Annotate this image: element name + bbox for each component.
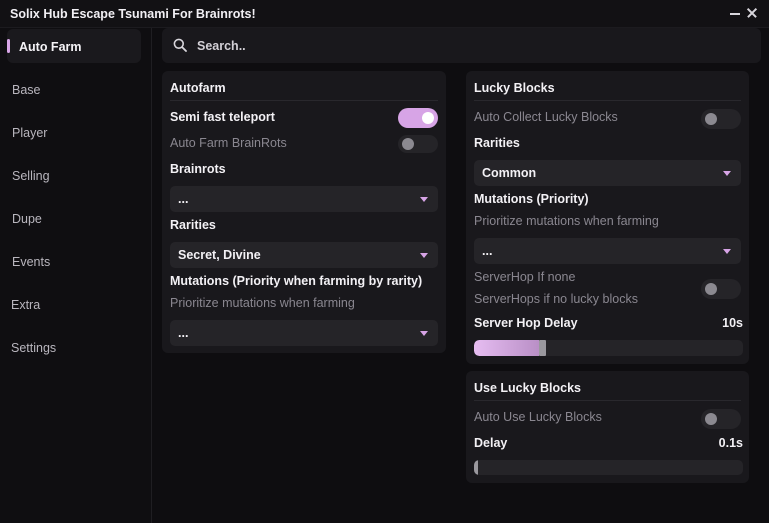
lb-mutations-dropdown[interactable]: ... [474, 238, 741, 264]
sidebar-item-label: Player [12, 126, 48, 140]
dropdown-value: Secret, Divine [178, 248, 261, 262]
sidebar-item-auto-farm[interactable]: Auto Farm [7, 29, 141, 63]
sidebar-item-events[interactable]: Events [7, 244, 141, 278]
chevron-down-icon [420, 331, 428, 336]
use-lucky-blocks-panel: Use Lucky Blocks Auto Use Lucky Blocks D… [466, 371, 749, 483]
window-title: Solix Hub Escape Tsunami For Brainrots! [10, 7, 256, 21]
lb-mutations-label: Mutations (Priority) [474, 192, 589, 206]
lb-rarities-label: Rarities [474, 136, 520, 150]
divider [474, 400, 741, 401]
search-input[interactable] [197, 37, 737, 55]
rarities-dropdown[interactable]: Secret, Divine [170, 242, 438, 268]
server-hop-delay-value: 10s [722, 316, 743, 330]
toggle-knob [402, 138, 414, 150]
sidebar-item-label: Dupe [12, 212, 42, 226]
server-hop-delay-label: Server Hop Delay [474, 316, 578, 330]
minimize-icon[interactable] [728, 6, 742, 20]
toggle-knob [705, 413, 717, 425]
search-bar[interactable] [162, 28, 761, 63]
title-bar: Solix Hub Escape Tsunami For Brainrots! [0, 0, 769, 28]
brainrots-label: Brainrots [170, 162, 226, 176]
close-icon[interactable] [745, 6, 759, 20]
sidebar-item-dupe[interactable]: Dupe [7, 201, 141, 235]
semi-fast-teleport-label: Semi fast teleport [170, 110, 275, 124]
dropdown-value: ... [178, 192, 189, 206]
auto-farm-brainrots-label: Auto Farm BrainRots [170, 136, 287, 150]
sidebar-item-settings[interactable]: Settings [7, 330, 141, 364]
slider-fill [474, 340, 539, 356]
lb-rarities-dropdown[interactable]: Common [474, 160, 741, 186]
auto-collect-label: Auto Collect Lucky Blocks [474, 110, 618, 124]
slider-handle[interactable] [539, 340, 546, 356]
sidebar-item-extra[interactable]: Extra [7, 287, 141, 321]
divider [170, 100, 438, 101]
sidebar: Auto Farm Base Player Selling Dupe Event… [0, 28, 152, 523]
toggle-knob [705, 113, 717, 125]
delay-value: 0.1s [718, 436, 743, 450]
autofarm-panel: Autofarm Semi fast teleport Auto Farm Br… [162, 71, 446, 353]
delay-slider[interactable] [474, 460, 743, 475]
toggle-knob [705, 283, 717, 295]
auto-farm-brainrots-toggle[interactable] [398, 135, 438, 153]
dropdown-value: ... [482, 244, 493, 258]
sidebar-item-label: Settings [11, 341, 57, 355]
panel-title: Autofarm [170, 81, 226, 95]
serverhop-label: ServerHop If none [474, 270, 576, 284]
sidebar-item-label: Auto Farm [19, 40, 82, 54]
chevron-down-icon [420, 197, 428, 202]
chevron-down-icon [420, 253, 428, 258]
panel-title: Lucky Blocks [474, 81, 555, 95]
serverhop-hint: ServerHops if no lucky blocks [474, 292, 638, 306]
sidebar-item-label: Events [12, 255, 51, 269]
sidebar-item-selling[interactable]: Selling [7, 158, 141, 192]
lb-mutations-hint: Prioritize mutations when farming [474, 214, 659, 228]
toggle-knob [422, 112, 434, 124]
divider [474, 100, 741, 101]
mutations-dropdown[interactable]: ... [170, 320, 438, 346]
dropdown-value: Common [482, 166, 537, 180]
sidebar-item-label: Base [12, 83, 41, 97]
chevron-down-icon [723, 171, 731, 176]
auto-collect-toggle[interactable] [701, 109, 741, 129]
chevron-down-icon [723, 249, 731, 254]
auto-use-toggle[interactable] [701, 409, 741, 429]
sidebar-item-label: Extra [11, 298, 41, 312]
delay-label: Delay [474, 436, 508, 450]
sidebar-item-player[interactable]: Player [7, 115, 141, 149]
sidebar-item-base[interactable]: Base [7, 72, 141, 106]
server-hop-delay-slider[interactable] [474, 340, 743, 356]
lucky-blocks-panel: Lucky Blocks Auto Collect Lucky Blocks R… [466, 71, 749, 364]
brainrots-dropdown[interactable]: ... [170, 186, 438, 212]
semi-fast-teleport-toggle[interactable] [398, 108, 438, 128]
rarities-label: Rarities [170, 218, 216, 232]
mutations-hint: Prioritize mutations when farming [170, 296, 355, 310]
slider-handle[interactable] [474, 460, 478, 475]
search-icon [173, 38, 187, 52]
sidebar-item-label: Selling [12, 169, 50, 183]
auto-use-label: Auto Use Lucky Blocks [474, 410, 602, 424]
serverhop-toggle[interactable] [701, 279, 741, 299]
dropdown-value: ... [178, 326, 189, 340]
active-indicator [7, 39, 10, 53]
panel-title: Use Lucky Blocks [474, 381, 581, 395]
mutations-label: Mutations (Priority when farming by rari… [170, 274, 423, 288]
